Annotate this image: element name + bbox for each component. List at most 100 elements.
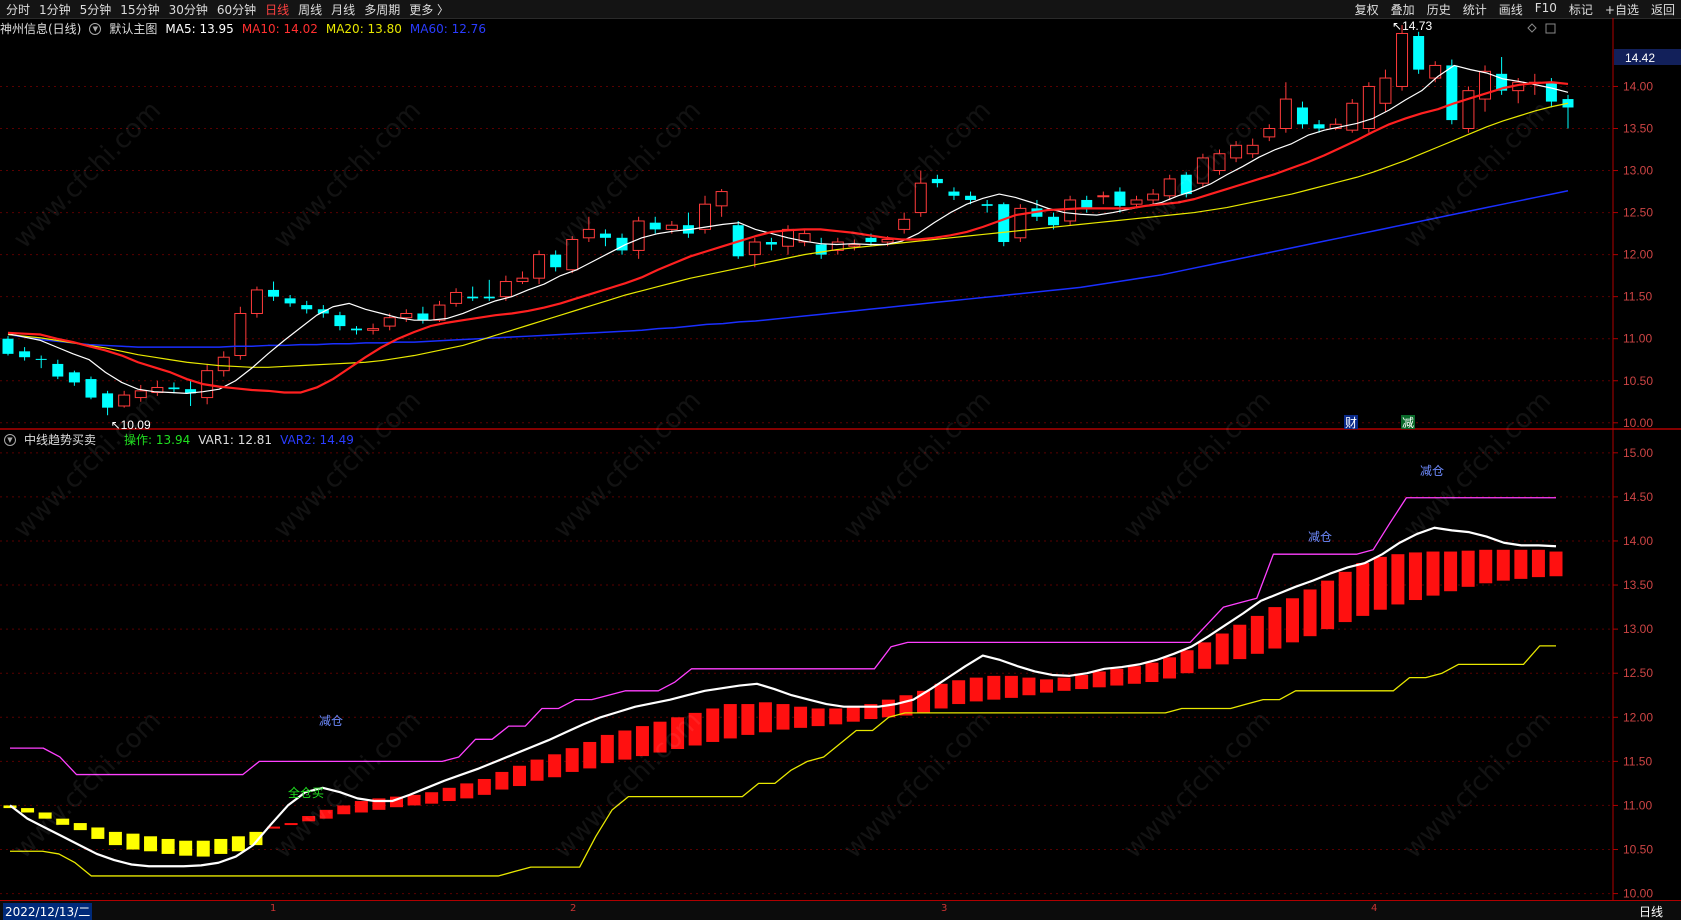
signal-bar — [723, 704, 737, 739]
axis-tick-label: 13.00 — [1623, 622, 1653, 636]
candle-down — [599, 233, 611, 238]
candle-up — [1379, 77, 1392, 104]
high-price-label: ↖14.73 — [1392, 19, 1432, 33]
candle-up — [1279, 98, 1292, 129]
signal-bar — [1496, 549, 1510, 581]
signal-bar — [688, 712, 702, 746]
candle-up — [250, 289, 263, 314]
chart-canvas[interactable]: 14.00 13.50 13.00 12.50 12.00 11.50 11.00 10.50… — [0, 0, 1681, 919]
current-price-label: 14.42 — [1625, 51, 1655, 65]
signal-bar — [1514, 549, 1528, 579]
signal-bar — [671, 717, 685, 750]
signal-bar — [179, 840, 193, 856]
signal-bar — [73, 823, 87, 831]
candle-up — [699, 203, 712, 230]
signal-bar — [1285, 598, 1299, 643]
signal-bar — [1444, 551, 1458, 592]
signal-bar — [1250, 615, 1264, 654]
candle-down — [649, 222, 661, 230]
candle-up — [881, 238, 894, 243]
signal-bar — [1479, 549, 1493, 584]
candle-up — [914, 182, 927, 214]
candle-up — [134, 390, 147, 399]
candle-down — [168, 387, 180, 390]
axis-tick-label: 10.50 — [1623, 843, 1653, 857]
axis-tick-label: 10.00 — [1623, 887, 1653, 901]
candle-down — [351, 328, 363, 331]
signal-bar — [460, 783, 474, 799]
candle-up — [1396, 32, 1409, 87]
candle-down — [483, 296, 495, 299]
signal-bar — [829, 708, 843, 725]
signal-bar — [881, 699, 895, 718]
candle-down — [931, 178, 943, 184]
candle-up — [1097, 195, 1110, 198]
signal-bar — [196, 840, 210, 857]
signal-bar — [618, 730, 632, 760]
axis-tick-label: 14.50 — [1623, 490, 1653, 504]
candle-down — [19, 351, 31, 358]
candle-down — [102, 393, 114, 408]
signal-bar — [1198, 642, 1212, 669]
signal-bar — [495, 771, 509, 790]
signal-bar — [231, 836, 245, 852]
signal-bar — [1110, 668, 1124, 686]
candle-up — [748, 241, 761, 256]
candle-up — [367, 328, 380, 331]
candle-up — [1064, 199, 1077, 222]
candle-down — [1413, 36, 1425, 70]
signal-bar — [530, 759, 544, 781]
signal-bar — [1075, 674, 1089, 690]
signal-bar — [1321, 580, 1335, 630]
axis-tick-label: 12.50 — [1623, 206, 1653, 220]
signal-bar — [758, 702, 772, 733]
signal-bar — [565, 748, 579, 772]
diamond-icon — [1527, 23, 1537, 33]
signal-bar — [1391, 554, 1405, 605]
candle-down — [35, 358, 47, 360]
signal-bar — [1145, 662, 1159, 683]
candle-down — [1180, 174, 1192, 195]
reduce-flag-label: 减 — [1402, 416, 1414, 430]
signal-bar — [653, 721, 667, 753]
signal-bar — [91, 827, 105, 839]
signal-bar — [706, 708, 720, 742]
candle-down — [981, 204, 993, 206]
signal-bar — [21, 808, 35, 813]
axis-tick-label: 11.50 — [1623, 290, 1652, 304]
signal-bar — [1268, 607, 1282, 649]
signal-bar — [1040, 679, 1054, 693]
axis-tick-label: 15.00 — [1623, 446, 1653, 460]
candle-down — [965, 195, 977, 200]
signal-bar — [1057, 677, 1071, 691]
signal-bar — [1531, 549, 1545, 578]
candle-down — [334, 315, 346, 327]
candle-down — [1446, 65, 1458, 121]
candle-down — [998, 204, 1010, 243]
signal-bar — [548, 754, 562, 778]
candle-up — [234, 312, 247, 357]
candle-down — [284, 298, 296, 304]
signal-bar — [302, 816, 316, 822]
candle-up — [1163, 178, 1176, 197]
candle-up — [582, 228, 595, 239]
signal-bar — [337, 805, 351, 815]
candle-up — [1196, 157, 1209, 184]
signal-bar — [987, 675, 1001, 700]
axis-tick-label: 12.00 — [1623, 710, 1653, 724]
candle-up — [1213, 153, 1226, 172]
axis-tick-label: 10.00 — [1623, 416, 1653, 430]
reduce-position-annotation: 减仓 — [1420, 464, 1444, 478]
signal-bar — [1549, 551, 1563, 577]
signal-bar — [144, 836, 158, 852]
candle-up — [1130, 199, 1143, 205]
candle-up — [1362, 85, 1375, 129]
signal-bar — [38, 812, 52, 819]
candle-up — [848, 244, 861, 247]
period-label[interactable]: 日线 — [1639, 903, 1663, 920]
signal-bar — [108, 831, 122, 846]
axis-tick-label: 11.00 — [1623, 798, 1652, 812]
month-mark-3: 3 — [941, 903, 948, 914]
cursor-date: 2022/12/13/二 — [3, 903, 93, 920]
full-buy-annotation: 全仓买 — [288, 785, 324, 800]
